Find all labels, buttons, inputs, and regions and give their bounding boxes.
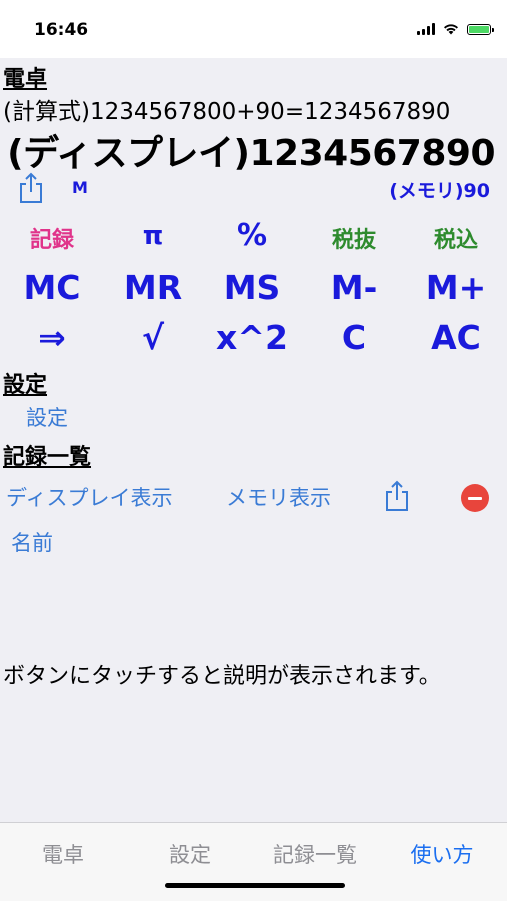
status-bar: 16:46 xyxy=(0,0,507,58)
all-clear-key[interactable]: AC xyxy=(431,318,481,357)
tab-records[interactable]: 記録一覧 xyxy=(273,839,357,869)
status-icons xyxy=(417,23,494,35)
help-text: ボタンにタッチすると説明が表示されます。 xyxy=(3,664,441,689)
square-key[interactable]: x^2 xyxy=(216,318,288,357)
display-value: (ディスプレイ)1234567890 xyxy=(7,133,495,174)
clear-key[interactable]: C xyxy=(342,318,366,357)
memory-value: (メモリ)90 xyxy=(389,180,490,202)
tax-exclusive-key[interactable]: 税抜 xyxy=(332,222,376,254)
home-indicator xyxy=(165,883,345,888)
record-key[interactable]: 記録 xyxy=(30,222,74,254)
sqrt-key[interactable]: √ xyxy=(142,318,164,357)
calculator-header: 電卓 xyxy=(3,67,48,92)
memory-plus-key[interactable]: M+ xyxy=(426,268,487,307)
name-button[interactable]: 名前 xyxy=(11,527,53,557)
memory-show-button[interactable]: メモリ表示 xyxy=(226,482,331,512)
records-share-icon[interactable] xyxy=(383,480,411,512)
display-show-button[interactable]: ディスプレイ表示 xyxy=(6,482,173,512)
percent-key[interactable]: % xyxy=(237,218,267,253)
status-time: 16:46 xyxy=(34,20,89,40)
memory-recall-key[interactable]: MR xyxy=(124,268,182,307)
share-icon[interactable] xyxy=(17,172,45,204)
tab-how-to-use[interactable]: 使い方 xyxy=(411,839,474,869)
formula-text: (計算式)1234567800+90=1234567890 xyxy=(3,99,451,125)
tax-inclusive-key[interactable]: 税込 xyxy=(434,222,478,254)
settings-link[interactable]: 設定 xyxy=(26,402,68,432)
memory-store-key[interactable]: MS xyxy=(224,268,281,307)
delete-records-minus-circle-icon[interactable] xyxy=(461,484,489,512)
tab-settings[interactable]: 設定 xyxy=(169,839,211,869)
arrow-key[interactable]: ⇒ xyxy=(38,318,66,357)
memory-minus-key[interactable]: M- xyxy=(331,268,378,307)
pi-key[interactable]: π xyxy=(143,221,164,251)
tab-calculator[interactable]: 電卓 xyxy=(42,839,84,869)
settings-header: 設定 xyxy=(3,373,48,398)
wifi-icon xyxy=(444,24,458,35)
records-header: 記録一覧 xyxy=(3,445,92,470)
tab-bar: 電卓 設定 記録一覧 使い方 xyxy=(0,822,507,901)
signal-icon xyxy=(417,23,435,35)
battery-icon xyxy=(467,23,494,35)
memory-indicator: M xyxy=(72,178,88,197)
memory-clear-key[interactable]: MC xyxy=(23,268,80,307)
